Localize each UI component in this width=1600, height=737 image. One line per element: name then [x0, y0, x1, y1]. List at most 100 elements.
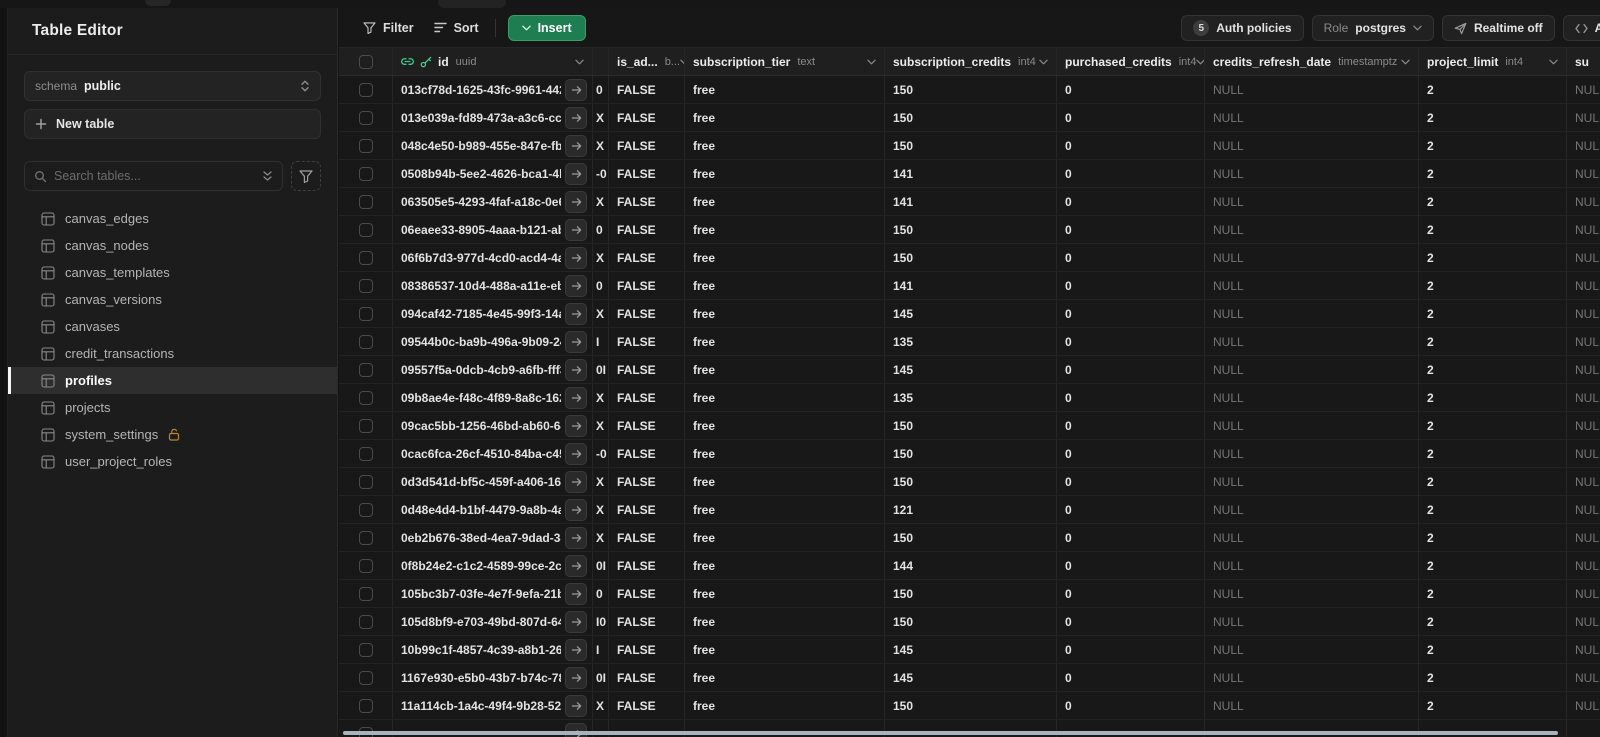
column-menu-chevron-icon[interactable] [575, 59, 584, 65]
sidebar-item-user_project_roles[interactable]: user_project_roles [24, 448, 321, 475]
cell-project_limit[interactable]: 2 [1419, 272, 1567, 299]
row-checkbox[interactable] [358, 110, 373, 125]
row-checkbox[interactable] [358, 586, 373, 601]
expand-row-button[interactable] [565, 79, 587, 101]
cell-project_limit[interactable]: 2 [1419, 216, 1567, 243]
cell-subscription_credits[interactable]: 150 [885, 440, 1057, 467]
expand-row-button[interactable] [565, 191, 587, 213]
cell-purchased_credits[interactable]: 0 [1057, 132, 1205, 159]
cell-su[interactable]: NULL [1567, 328, 1600, 355]
new-table-button[interactable]: New table [24, 109, 321, 139]
cell-subscription_tier[interactable]: free [685, 664, 885, 691]
cell-id[interactable]: 048c4e50-b989-455e-847e-fb2f... [393, 132, 593, 159]
cell-purchased_credits[interactable]: 0 [1057, 356, 1205, 383]
cell-project_limit[interactable]: 2 [1419, 692, 1567, 719]
cell-id[interactable]: 11a114cb-1a4c-49f4-9b28-52219ec... [393, 692, 593, 719]
row-checkbox[interactable] [358, 502, 373, 517]
sidebar-item-canvas_versions[interactable]: canvas_versions [24, 286, 321, 313]
cell-sliver[interactable]: I [593, 328, 609, 355]
cell-credits_refresh_date[interactable]: NULL [1205, 608, 1419, 635]
cell-project_limit[interactable]: 2 [1419, 76, 1567, 103]
cell-sliver[interactable]: 0I [593, 664, 609, 691]
cell-is_admin[interactable]: FALSE [609, 664, 685, 691]
cell-credits_refresh_date[interactable]: NULL [1205, 692, 1419, 719]
cell-purchased_credits[interactable]: 0 [1057, 608, 1205, 635]
cell-is_admin[interactable]: FALSE [609, 524, 685, 551]
cell-subscription_tier[interactable]: free [685, 160, 885, 187]
cell-project_limit[interactable]: 2 [1419, 300, 1567, 327]
cell-credits_refresh_date[interactable]: NULL [1205, 76, 1419, 103]
cell-credits_refresh_date[interactable]: NULL [1205, 412, 1419, 439]
expand-row-button[interactable] [565, 667, 587, 689]
cell-id[interactable]: 09b8ae4e-f48c-4f89-8a8c-1629b... [393, 384, 593, 411]
cell-sliver[interactable]: -0 [593, 160, 609, 187]
cell-credits_refresh_date[interactable]: NULL [1205, 300, 1419, 327]
column-header-project_limit[interactable]: project_limit int4 [1419, 48, 1567, 75]
cell-subscription_credits[interactable]: 121 [885, 496, 1057, 523]
column-header-subscription_credits[interactable]: subscription_credits int4 [885, 48, 1057, 75]
cell-id[interactable]: 08386537-10d4-488a-a11e-eb5a6... [393, 272, 593, 299]
column-menu-chevron-icon[interactable] [1196, 59, 1204, 65]
cell-is_admin[interactable]: FALSE [609, 468, 685, 495]
cell-subscription_tier[interactable]: free [685, 440, 885, 467]
cell-project_limit[interactable]: 2 [1419, 496, 1567, 523]
cell-subscription_credits[interactable]: 144 [885, 552, 1057, 579]
cell-su[interactable]: NULL [1567, 244, 1600, 271]
expand-row-button[interactable] [565, 107, 587, 129]
cell-su[interactable]: NULL [1567, 692, 1600, 719]
cell-id[interactable]: 0eb2b676-38ed-4ea7-9dad-38e6... [393, 524, 593, 551]
cell-subscription_tier[interactable]: free [685, 104, 885, 131]
cell-id[interactable]: 0508b94b-5ee2-4626-bca1-4bca... [393, 160, 593, 187]
cell-project_limit[interactable]: 2 [1419, 188, 1567, 215]
cell-sliver[interactable]: 0 [593, 580, 609, 607]
cell-subscription_tier[interactable]: free [685, 272, 885, 299]
cell-subscription_credits[interactable]: 150 [885, 76, 1057, 103]
cell-id[interactable]: 063505e5-4293-4faf-a18c-0e65b... [393, 188, 593, 215]
cell-purchased_credits[interactable]: 0 [1057, 468, 1205, 495]
cell-subscription_credits[interactable]: 150 [885, 468, 1057, 495]
cell-subscription_credits[interactable]: 135 [885, 384, 1057, 411]
realtime-toggle-button[interactable]: Realtime off [1441, 15, 1555, 41]
cell-subscription_credits[interactable]: 150 [885, 580, 1057, 607]
cell-is_admin[interactable]: FALSE [609, 356, 685, 383]
filter-button[interactable]: Filter [353, 15, 424, 41]
cell-sliver[interactable]: X [593, 384, 609, 411]
expand-row-button[interactable] [565, 639, 587, 661]
cell-subscription_credits[interactable]: 141 [885, 272, 1057, 299]
cell-subscription_credits[interactable]: 150 [885, 244, 1057, 271]
sort-button[interactable]: Sort [424, 15, 489, 41]
cell-subscription_tier[interactable]: free [685, 608, 885, 635]
cell-credits_refresh_date[interactable]: NULL [1205, 496, 1419, 523]
chevrons-down-icon[interactable] [262, 170, 273, 183]
cell-purchased_credits[interactable]: 0 [1057, 328, 1205, 355]
cell-sliver[interactable]: X [593, 300, 609, 327]
cell-id[interactable]: 105d8bf9-e703-49bd-807d-645e... [393, 608, 593, 635]
row-checkbox[interactable] [358, 530, 373, 545]
sidebar-item-canvases[interactable]: canvases [24, 313, 321, 340]
cell-credits_refresh_date[interactable]: NULL [1205, 160, 1419, 187]
cell-su[interactable] [1567, 720, 1600, 737]
expand-row-button[interactable] [565, 387, 587, 409]
expand-row-button[interactable] [565, 247, 587, 269]
cell-subscription_credits[interactable]: 150 [885, 524, 1057, 551]
cell-purchased_credits[interactable]: 0 [1057, 216, 1205, 243]
cell-purchased_credits[interactable]: 0 [1057, 552, 1205, 579]
column-header-subscription_tier[interactable]: subscription_tier text [685, 48, 885, 75]
cell-id[interactable]: 0d3d541d-bf5c-459f-a406-16b93... [393, 468, 593, 495]
cell-subscription_credits[interactable]: 150 [885, 608, 1057, 635]
cell-is_admin[interactable]: FALSE [609, 160, 685, 187]
cell-credits_refresh_date[interactable]: NULL [1205, 328, 1419, 355]
cell-subscription_tier[interactable]: free [685, 216, 885, 243]
cell-purchased_credits[interactable]: 0 [1057, 76, 1205, 103]
cell-sliver[interactable]: I [593, 636, 609, 663]
cell-su[interactable]: NULL [1567, 216, 1600, 243]
cell-purchased_credits[interactable]: 0 [1057, 244, 1205, 271]
cell-subscription_credits[interactable]: 150 [885, 132, 1057, 159]
cell-is_admin[interactable]: FALSE [609, 300, 685, 327]
auth-policies-button[interactable]: 5 Auth policies [1181, 15, 1304, 41]
cell-sliver[interactable]: X [593, 496, 609, 523]
cell-subscription_tier[interactable]: free [685, 356, 885, 383]
cell-subscription_tier[interactable]: free [685, 328, 885, 355]
cell-subscription_credits[interactable]: 145 [885, 636, 1057, 663]
cell-credits_refresh_date[interactable]: NULL [1205, 244, 1419, 271]
